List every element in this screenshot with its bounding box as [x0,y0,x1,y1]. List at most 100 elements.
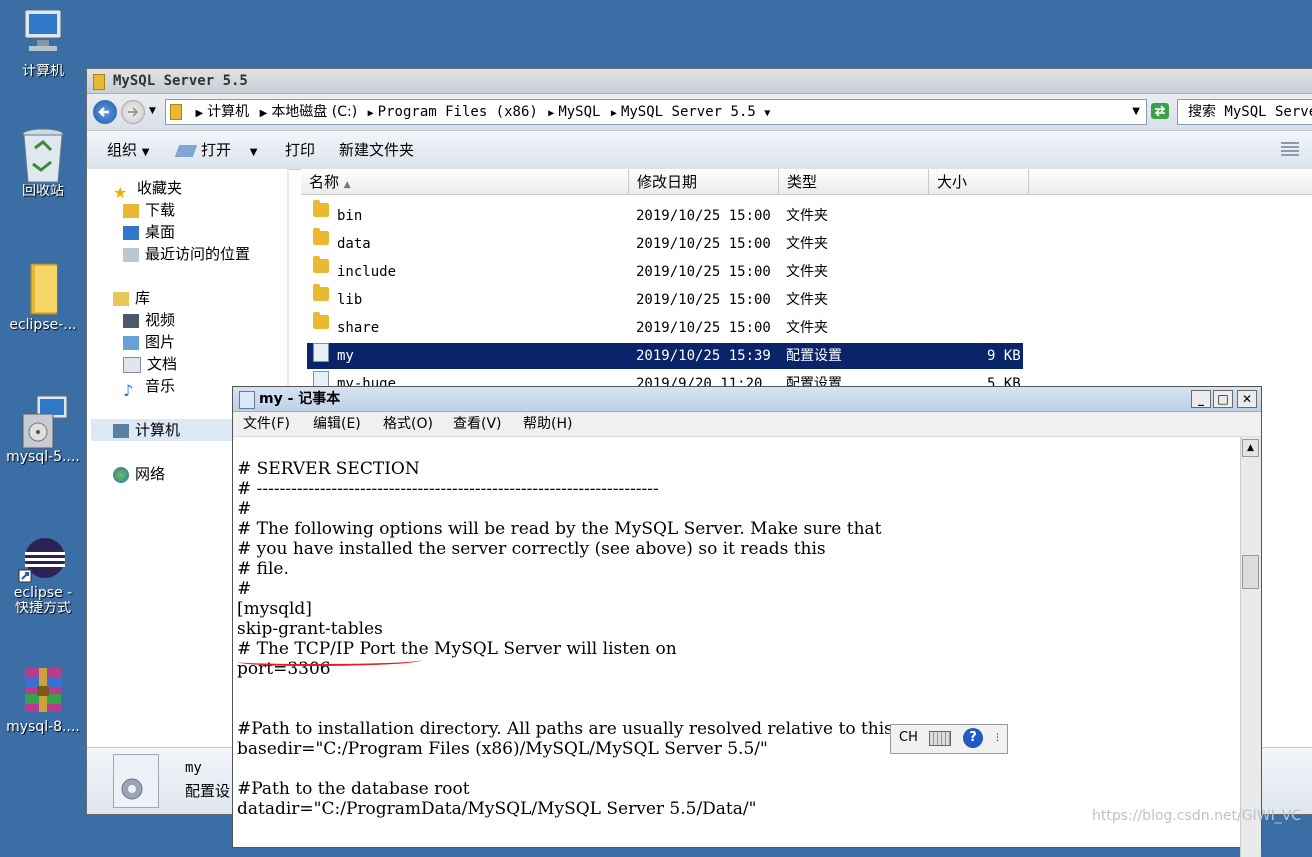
arrow-right-icon [128,107,139,117]
table-row[interactable]: data 2019/10/25 15:00 文件夹 [307,228,1023,257]
archive-icon [17,662,69,716]
editor-line: # [237,499,252,519]
desktop-icon-eclipse-shortcut[interactable]: eclipse - 快捷方式 [0,528,86,616]
table-row[interactable]: bin 2019/10/25 15:00 文件夹 [307,200,1023,229]
editor-line: datadir="C:/ProgramData/MySQL/MySQL Serv… [237,799,757,819]
breadcrumb[interactable]: ▶ 计算机 ▶ 本地磁盘 (C:) ▶ Program Files (x86) ▶ My… [165,99,1147,125]
editor-line: #Path to the database root [237,779,470,799]
desktop-icon-mysql-installer[interactable]: mysql-5.... [0,392,86,465]
recent-pages-dropdown[interactable]: ▼ [149,106,156,116]
nav-videos[interactable]: 视频 [123,309,175,331]
folder-icon [313,256,329,273]
search-input[interactable]: 搜索 MySQL Server 5.5 [1177,99,1312,125]
menu-file[interactable]: 文件(F) [243,412,290,436]
notepad-titlebar[interactable]: my - 记事本 _ □ ✕ [233,387,1261,412]
folder-small-icon [93,74,105,90]
column-header-name[interactable]: 名称 ▲ [301,169,629,195]
desktop-icon-recycle-bin[interactable]: 回收站 [0,126,86,199]
installer-icon [17,392,69,449]
editor-line: # --------------------------------------… [237,479,659,499]
breadcrumb-item[interactable]: ▶ Program Files (x86) [365,100,541,124]
back-button[interactable] [93,100,117,124]
table-row[interactable]: include 2019/10/25 15:00 文件夹 [307,256,1023,285]
view-options-icon[interactable] [1281,142,1299,156]
nav-documents[interactable]: 文档 [123,353,177,375]
desktop-icon-computer[interactable]: 计算机 [0,6,86,79]
desktop-icon-label: 回收站 [22,184,64,199]
table-row[interactable]: lib 2019/10/25 15:00 文件夹 [307,284,1023,313]
keyboard-icon[interactable] [929,731,951,746]
ime-language[interactable]: CH [899,725,918,751]
pictures-icon [123,335,139,350]
nav-desktop[interactable]: 桌面 [123,221,175,243]
refresh-button[interactable] [1151,103,1169,119]
breadcrumb-item[interactable]: ▶ 本地磁盘 (C:) [257,100,361,124]
print-button[interactable]: 打印 [285,131,315,169]
nav-network[interactable]: 网络 [113,463,165,485]
nav-music[interactable]: ♪ 音乐 [123,375,175,400]
menu-edit[interactable]: 编辑(E) [313,412,361,436]
table-row[interactable]: share 2019/10/25 15:00 文件夹 [307,312,1023,341]
breadcrumb-item[interactable]: ▶ 计算机 [192,100,252,124]
maximize-button[interactable]: □ [1213,390,1233,408]
details-file-type: 配置设 [185,782,231,800]
breadcrumb-item[interactable]: ▶ MySQL Server 5.5 ▼ [608,100,777,124]
help-icon[interactable]: ? [963,728,983,748]
details-file-name: my [185,760,202,776]
nav-recent[interactable]: 最近访问的位置 [123,243,250,265]
column-header-type[interactable]: 类型 [779,169,929,195]
explorer-titlebar[interactable]: MySQL Server 5.5 [87,69,1312,94]
desktop-icon-label: mysql-8.... [6,720,80,735]
ime-toolbar[interactable]: CH ? ⋮ [890,724,1008,754]
minimize-button[interactable]: _ [1191,390,1211,408]
text-editor[interactable]: # SERVER SECTION # ----------------------… [237,439,1237,849]
documents-icon [123,356,141,373]
recycle-bin-icon [17,126,69,183]
arrow-left-icon [98,107,109,117]
star-icon: ★ [113,182,128,202]
address-bar: ▼ ▶ 计算机 ▶ 本地磁盘 (C:) ▶ Program Files (x86) ▶… [87,94,1312,131]
nav-libraries[interactable]: 库 [113,287,150,309]
menu-format[interactable]: 格式(O) [383,412,433,436]
new-folder-button[interactable]: 新建文件夹 [339,131,414,169]
library-icon [113,291,129,306]
desktop-icon-eclipse-folder[interactable]: eclipse-... [0,260,86,333]
globe-icon [113,466,129,483]
desktop-icon-label: 计算机 [22,64,64,79]
watermark: https://blog.csdn.net/GIWI_VC [1092,808,1302,824]
column-header-size[interactable]: 大小 [929,169,1029,195]
nav-pictures[interactable]: 图片 [123,331,175,353]
downloads-folder-icon [123,203,139,218]
sort-ascending-icon: ▲ [343,180,351,190]
organize-button[interactable]: 组织 ▼ [107,131,150,172]
editor-line: # [237,579,252,599]
notepad-title: my - 记事本 [259,391,341,407]
scroll-up-icon[interactable]: ▲ [1242,439,1259,457]
breadcrumb-item[interactable]: ▶ MySQL [545,100,603,124]
scrollbar-thumb[interactable] [1242,555,1259,589]
nav-downloads[interactable]: 下载 [123,199,175,221]
editor-line: [mysqld] [237,599,312,619]
menu-view[interactable]: 查看(V) [453,412,502,436]
desktop-icon [123,225,139,240]
open-icon [174,144,198,157]
column-header-modified[interactable]: 修改日期 [629,169,779,195]
editor-line: # The following options will be read by … [237,519,882,539]
open-button[interactable]: 打开 ▼ [174,131,258,172]
vertical-scrollbar[interactable]: ▲ [1240,437,1261,857]
address-dropdown-arrow[interactable]: ▼ [1132,100,1140,124]
close-button[interactable]: ✕ [1237,390,1257,408]
editor-line: # SERVER SECTION [237,459,420,479]
menu-help[interactable]: 帮助(H) [523,412,572,436]
forward-button[interactable] [121,100,145,124]
notepad-icon [239,391,255,409]
desktop-icon-mysql-archive[interactable]: mysql-8.... [0,662,86,735]
explorer-title: MySQL Server 5.5 [113,73,248,89]
nav-favorites[interactable]: ★ 收藏夹 [113,177,182,202]
table-row-selected[interactable]: my 2019/10/25 15:39 配置设置 9 KB [307,343,1023,369]
ime-options-icon[interactable]: ⋮ [993,725,1002,751]
config-file-large-icon [113,754,159,808]
